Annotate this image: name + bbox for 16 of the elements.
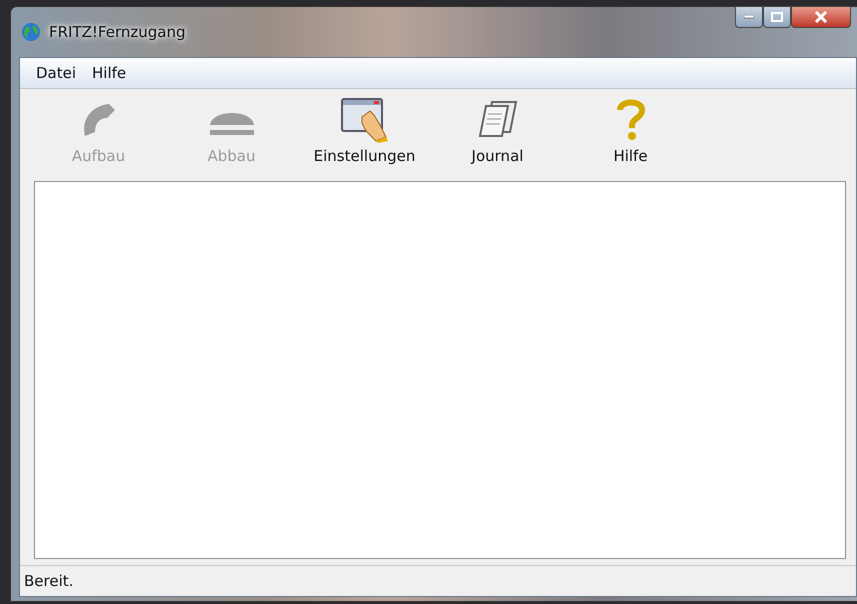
- maximize-button[interactable]: [763, 6, 791, 28]
- question-mark-icon: [616, 98, 646, 142]
- close-button[interactable]: [791, 6, 851, 28]
- window-hand-icon: [340, 97, 390, 143]
- menu-item[interactable]: Datei: [28, 62, 84, 84]
- status-text: Bereit.: [24, 572, 74, 590]
- menu-item[interactable]: Hilfe: [84, 62, 134, 84]
- maximize-icon: [771, 12, 783, 22]
- globe-icon: [21, 22, 41, 42]
- toolbar-button[interactable]: Journal: [431, 97, 564, 181]
- toolbar-button[interactable]: Hilfe: [564, 97, 697, 181]
- toolbar-button[interactable]: Einstellungen: [298, 97, 431, 181]
- minimize-button[interactable]: [735, 6, 763, 28]
- close-icon: [814, 11, 828, 23]
- minimize-icon: [744, 15, 754, 19]
- window-title: FRITZ!Fernzugang: [49, 23, 186, 41]
